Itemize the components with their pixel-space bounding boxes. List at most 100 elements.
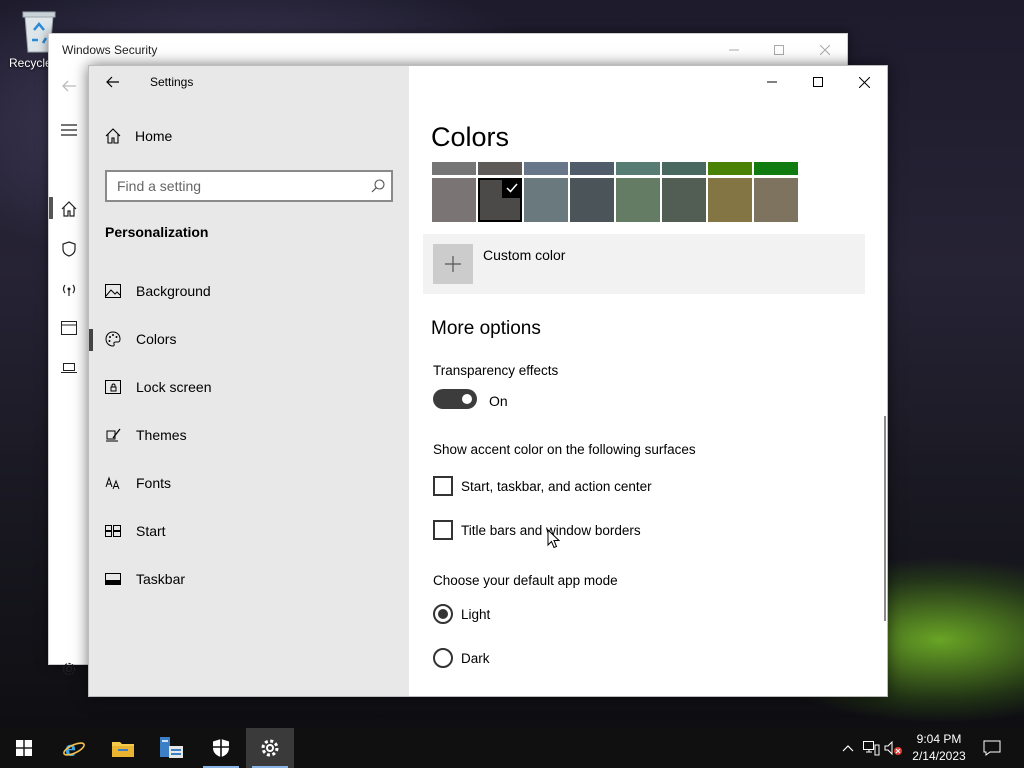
search-input[interactable] bbox=[107, 172, 357, 200]
security-window-title: Windows Security bbox=[62, 43, 158, 57]
color-swatch[interactable] bbox=[662, 162, 706, 175]
color-swatch[interactable] bbox=[524, 178, 568, 222]
home-nav-item[interactable]: Home bbox=[105, 128, 172, 144]
color-swatch[interactable] bbox=[616, 178, 660, 222]
device-security-icon[interactable] bbox=[59, 358, 79, 378]
app-title: Settings bbox=[150, 75, 194, 89]
close-icon bbox=[820, 45, 830, 55]
search-box[interactable] bbox=[105, 170, 393, 202]
settings-button[interactable] bbox=[246, 728, 294, 768]
start-icon bbox=[105, 523, 121, 539]
app-browser-icon[interactable] bbox=[59, 318, 79, 338]
mouse-cursor-icon bbox=[547, 529, 560, 549]
color-swatch[interactable] bbox=[432, 178, 476, 222]
transparency-toggle[interactable] bbox=[433, 389, 477, 409]
system-clock[interactable]: 9:04 PM 2/14/2023 bbox=[906, 731, 972, 765]
shield-icon[interactable] bbox=[59, 239, 79, 259]
scrollbar[interactable] bbox=[884, 416, 886, 621]
home-label: Home bbox=[135, 128, 173, 144]
security-titlebar[interactable]: Windows Security bbox=[49, 34, 847, 66]
swatch-row-top bbox=[432, 162, 800, 175]
server-manager-button[interactable] bbox=[148, 728, 196, 768]
nav-item-label: Taskbar bbox=[136, 571, 186, 587]
fonts-icon bbox=[105, 475, 121, 491]
color-swatch[interactable] bbox=[754, 178, 798, 222]
checkbox[interactable] bbox=[433, 520, 453, 540]
taskbar: e 9:04 PM 2/14/2023 bbox=[0, 728, 1024, 768]
nav-item-background[interactable]: Background bbox=[89, 269, 409, 313]
custom-color-label: Custom color bbox=[483, 247, 566, 263]
windows-security-icon bbox=[213, 739, 229, 757]
checkbox[interactable] bbox=[433, 476, 453, 496]
page-title: Colors bbox=[431, 122, 510, 152]
radio-light[interactable]: Light bbox=[433, 604, 490, 624]
back-arrow-icon[interactable] bbox=[59, 76, 79, 96]
internet-explorer-icon: e bbox=[63, 736, 85, 760]
volume-muted-icon[interactable] bbox=[884, 738, 904, 758]
checkbox-title-bars[interactable]: Title bars and window borders bbox=[433, 520, 641, 540]
color-swatch[interactable] bbox=[754, 162, 798, 175]
color-swatch[interactable] bbox=[570, 178, 614, 222]
transparency-state: On bbox=[489, 393, 508, 409]
nav-item-label: Colors bbox=[136, 331, 177, 347]
nav-item-start[interactable]: Start bbox=[89, 509, 409, 553]
settings-window[interactable]: Settings Home Personalization Background… bbox=[88, 65, 888, 697]
minimize-button[interactable] bbox=[749, 66, 795, 98]
nav-item-taskbar[interactable]: Taskbar bbox=[89, 557, 409, 601]
nav-item-label: Start bbox=[136, 523, 166, 539]
color-swatch[interactable] bbox=[616, 162, 660, 175]
gear-icon[interactable] bbox=[59, 659, 79, 679]
network-icon[interactable] bbox=[861, 738, 881, 758]
maximize-button[interactable] bbox=[769, 40, 789, 60]
maximize-icon bbox=[774, 45, 784, 55]
nav-item-colors[interactable]: Colors bbox=[89, 317, 409, 361]
minimize-icon bbox=[767, 81, 777, 83]
taskbar-icon bbox=[105, 571, 121, 587]
radio-label: Light bbox=[461, 606, 491, 622]
server-manager-icon bbox=[160, 737, 183, 758]
radio-dark[interactable]: Dark bbox=[433, 648, 490, 668]
hamburger-menu-icon[interactable] bbox=[59, 120, 79, 140]
wireless-icon[interactable] bbox=[59, 279, 79, 299]
nav-item-themes[interactable]: Themes bbox=[89, 413, 409, 457]
accent-surfaces-label: Show accent color on the following surfa… bbox=[433, 442, 696, 457]
internet-explorer-button[interactable]: e bbox=[50, 728, 98, 768]
close-button[interactable] bbox=[815, 40, 835, 60]
toggle-knob bbox=[462, 394, 472, 404]
windows-security-button[interactable] bbox=[197, 728, 245, 768]
color-swatch-selected[interactable] bbox=[478, 178, 522, 222]
file-explorer-button[interactable] bbox=[99, 728, 147, 768]
color-swatch[interactable] bbox=[432, 162, 476, 175]
back-button[interactable] bbox=[101, 72, 125, 92]
nav-item-label: Lock screen bbox=[136, 379, 212, 395]
clock-time: 9:04 PM bbox=[916, 732, 962, 746]
checkbox-label: Start, taskbar, and action center bbox=[461, 478, 652, 494]
home-icon[interactable] bbox=[59, 199, 79, 219]
nav-item-lock-screen[interactable]: Lock screen bbox=[89, 365, 409, 409]
close-button[interactable] bbox=[841, 66, 887, 98]
radio-button[interactable] bbox=[433, 604, 453, 624]
chevron-up-icon[interactable] bbox=[838, 738, 858, 758]
nav-item-label: Fonts bbox=[136, 475, 172, 491]
settings-icon bbox=[261, 739, 279, 757]
maximize-button[interactable] bbox=[795, 66, 841, 98]
color-swatch[interactable] bbox=[708, 162, 752, 175]
settings-titlebar[interactable]: Settings bbox=[89, 66, 409, 98]
picture-icon bbox=[105, 283, 121, 299]
search-icon[interactable] bbox=[371, 179, 385, 193]
transparency-label: Transparency effects bbox=[433, 363, 559, 378]
nav-item-fonts[interactable]: Fonts bbox=[89, 461, 409, 505]
color-swatch[interactable] bbox=[570, 162, 614, 175]
checkbox-start-taskbar[interactable]: Start, taskbar, and action center bbox=[433, 476, 652, 496]
custom-color-button[interactable]: Custom color bbox=[423, 234, 865, 294]
section-title: Personalization bbox=[105, 224, 209, 240]
color-swatch[interactable] bbox=[524, 162, 568, 175]
color-swatch[interactable] bbox=[662, 178, 706, 222]
home-icon bbox=[105, 128, 121, 144]
minimize-button[interactable] bbox=[724, 40, 744, 60]
start-button[interactable] bbox=[0, 728, 48, 768]
action-center-icon[interactable] bbox=[982, 738, 1002, 758]
radio-button[interactable] bbox=[433, 648, 453, 668]
color-swatch[interactable] bbox=[708, 178, 752, 222]
color-swatch[interactable] bbox=[478, 162, 522, 175]
